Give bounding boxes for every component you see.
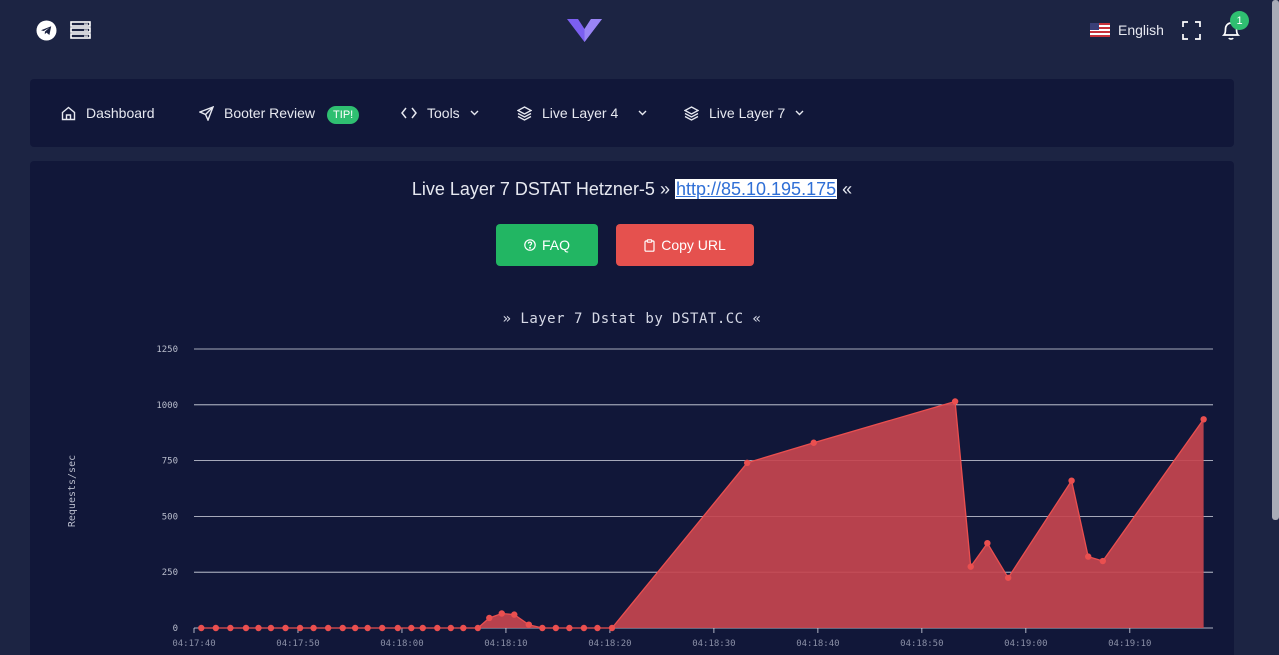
x-tick-label: 04:18:30 bbox=[692, 639, 735, 649]
data-point bbox=[212, 624, 220, 632]
data-point bbox=[267, 624, 275, 632]
data-point bbox=[552, 624, 560, 632]
x-tick-label: 04:17:50 bbox=[276, 639, 319, 649]
data-point bbox=[419, 624, 426, 632]
nav-item-booter-review[interactable]: Booter Review TIP! bbox=[199, 79, 360, 147]
us-flag-icon bbox=[1090, 23, 1110, 37]
data-point bbox=[255, 624, 262, 632]
layers-icon bbox=[684, 105, 699, 121]
data-point bbox=[566, 624, 573, 632]
data-point bbox=[967, 563, 974, 570]
x-tick-label: 04:19:10 bbox=[1108, 639, 1151, 649]
y-tick-label: 1250 bbox=[156, 345, 178, 355]
data-point bbox=[1085, 553, 1092, 560]
y-axis-label: Requests/sec bbox=[67, 455, 78, 527]
data-point bbox=[296, 624, 304, 632]
x-tick-label: 04:18:40 bbox=[796, 639, 839, 649]
x-tick-label: 04:18:50 bbox=[900, 639, 943, 649]
data-point bbox=[511, 611, 518, 618]
y-tick-label: 250 bbox=[162, 568, 178, 578]
x-tick-label: 04:18:00 bbox=[380, 639, 423, 649]
tip-badge: TIP! bbox=[327, 106, 360, 124]
data-point bbox=[951, 398, 959, 405]
chevron-down-icon bbox=[470, 110, 479, 116]
fullscreen-icon[interactable] bbox=[1182, 21, 1201, 40]
data-point bbox=[447, 624, 455, 632]
top-bar: English 1 bbox=[0, 0, 1279, 62]
requests-chart: Requests/sec 0 250 500 750 1000 1250 04:17:40 0… bbox=[67, 345, 1213, 649]
y-tick-label: 750 bbox=[162, 457, 178, 467]
data-point bbox=[525, 621, 533, 628]
home-icon bbox=[61, 106, 76, 120]
data-point bbox=[1099, 557, 1106, 565]
data-point bbox=[1004, 574, 1012, 581]
data-point bbox=[198, 624, 205, 632]
data-point bbox=[743, 459, 751, 467]
notification-count-badge: 1 bbox=[1230, 11, 1249, 30]
y-tick-label: 500 bbox=[162, 512, 178, 522]
x-tick-label: 04:18:10 bbox=[484, 639, 527, 649]
data-point bbox=[1200, 416, 1207, 423]
nav-label-live-layer-7: Live Layer 7 bbox=[709, 105, 786, 121]
data-point bbox=[594, 624, 601, 632]
data-point bbox=[460, 624, 467, 632]
main-nav: Dashboard Booter Review TIP! Tools Live … bbox=[30, 79, 1234, 147]
nav-label-booter-review: Booter Review bbox=[224, 105, 316, 121]
data-point bbox=[282, 624, 289, 632]
data-point bbox=[486, 614, 493, 622]
data-point bbox=[608, 624, 616, 632]
data-point bbox=[339, 624, 346, 632]
nav-item-dashboard[interactable]: Dashboard bbox=[61, 79, 155, 147]
telegram-icon[interactable] bbox=[36, 20, 57, 41]
x-tick-label: 04:19:00 bbox=[1004, 639, 1047, 649]
data-point bbox=[394, 624, 401, 632]
code-icon bbox=[401, 107, 417, 119]
nav-label-tools: Tools bbox=[427, 105, 460, 121]
data-point bbox=[310, 624, 317, 632]
nav-item-tools[interactable]: Tools bbox=[401, 79, 479, 147]
data-point bbox=[434, 624, 441, 632]
layers-icon bbox=[517, 105, 532, 121]
brand-logo[interactable] bbox=[566, 17, 603, 43]
servers-icon[interactable] bbox=[70, 21, 91, 39]
dstat-card: Live Layer 7 DSTAT Hetzner-5 » http://85… bbox=[30, 161, 1234, 655]
data-point bbox=[810, 439, 817, 446]
nav-label-live-layer-4: Live Layer 4 bbox=[542, 105, 619, 121]
data-point bbox=[474, 624, 482, 632]
x-tick-label: 04:18:20 bbox=[588, 639, 631, 649]
data-point bbox=[364, 624, 371, 632]
series-area bbox=[201, 401, 1204, 628]
y-tick-label: 0 bbox=[173, 624, 178, 634]
nav-item-live-layer-4[interactable]: Live Layer 4 bbox=[517, 79, 647, 147]
y-tick-label: 1000 bbox=[156, 401, 178, 411]
data-point bbox=[324, 624, 332, 632]
page-scrollbar[interactable] bbox=[1272, 0, 1279, 520]
data-point bbox=[580, 624, 588, 632]
nav-label-dashboard: Dashboard bbox=[86, 105, 155, 121]
data-point bbox=[539, 624, 546, 632]
chevron-down-icon bbox=[638, 110, 647, 116]
data-point bbox=[498, 610, 505, 617]
data-point bbox=[379, 624, 386, 632]
data-point bbox=[1068, 477, 1075, 484]
data-point bbox=[242, 624, 250, 632]
chevron-down-icon bbox=[795, 110, 804, 116]
nav-item-live-layer-7[interactable]: Live Layer 7 bbox=[684, 79, 804, 147]
send-icon bbox=[199, 105, 214, 121]
language-label: English bbox=[1118, 22, 1164, 38]
language-selector[interactable]: English bbox=[1090, 20, 1164, 40]
data-point bbox=[984, 539, 991, 547]
data-point bbox=[351, 624, 359, 632]
x-tick-label: 04:17:40 bbox=[172, 639, 215, 649]
data-point bbox=[227, 624, 234, 632]
data-point bbox=[408, 624, 415, 632]
